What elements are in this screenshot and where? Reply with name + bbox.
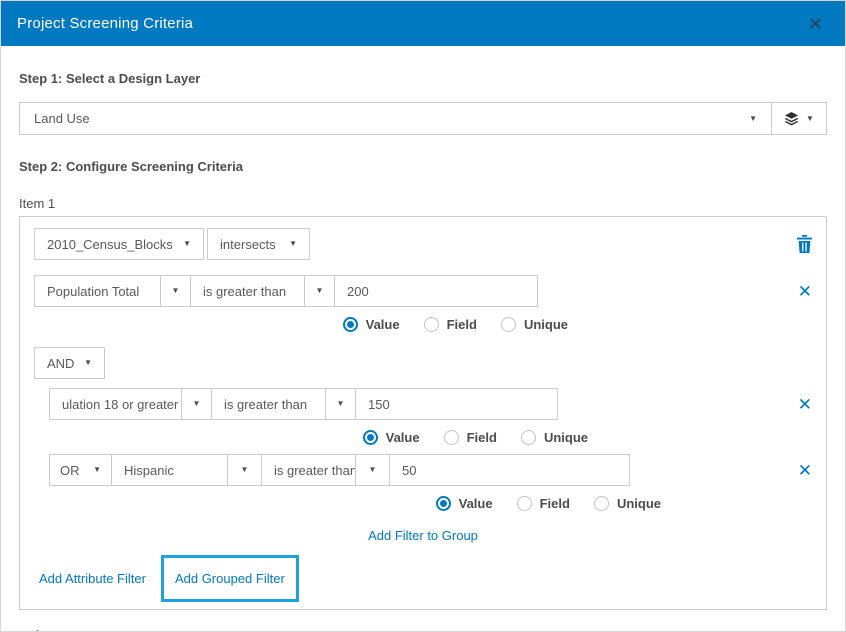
trash-icon xyxy=(797,235,812,253)
chevron-down-icon: ▼ xyxy=(806,115,814,123)
add-item-label: Add Item xyxy=(53,629,105,632)
attribute-filter-row-1: Population Total ▼ is greater than ▼ ✕ xyxy=(34,275,812,307)
item1-label: Item 1 xyxy=(19,196,827,211)
filter3-strip: OR ▼ Hispanic ▼ is greater than ▼ xyxy=(49,454,630,486)
add-item-button[interactable]: + Add Item xyxy=(31,627,827,632)
radio-icon xyxy=(444,430,459,445)
layer-options-button[interactable]: ▼ xyxy=(771,103,826,134)
radio-selected-icon xyxy=(436,496,451,511)
filter2-strip: ulation 18 or greater ▼ is greater than … xyxy=(49,388,558,420)
filter1-field-select[interactable]: Population Total xyxy=(34,275,161,307)
remove-icon: ✕ xyxy=(798,283,812,300)
chevron-down-icon: ▼ xyxy=(93,466,101,474)
group-join-operator-value: AND xyxy=(47,356,84,371)
filter1-strip: Population Total ▼ is greater than ▼ xyxy=(34,275,538,307)
target-layer-select[interactable]: 2010_Census_Blocks ▼ xyxy=(34,228,204,260)
radio-field[interactable]: Field xyxy=(517,496,570,511)
project-screening-criteria-dialog: Project Screening Criteria ✕ Step 1: Sel… xyxy=(0,0,846,632)
radio-icon xyxy=(594,496,609,511)
add-attribute-filter-link[interactable]: Add Attribute Filter xyxy=(39,571,146,586)
add-grouped-filter-link[interactable]: Add Grouped Filter xyxy=(175,571,285,586)
chevron-down-icon[interactable]: ▼ xyxy=(355,454,390,486)
radio-unique[interactable]: Unique xyxy=(521,430,588,445)
chevron-down-icon[interactable]: ▼ xyxy=(181,388,212,420)
filter1-value-input[interactable] xyxy=(334,275,538,307)
chevron-down-icon[interactable]: ▼ xyxy=(227,454,262,486)
radio-icon xyxy=(521,430,536,445)
spatial-operator-select[interactable]: intersects ▼ xyxy=(207,228,310,260)
add-filter-to-group-wrap: Add Filter to Group xyxy=(34,527,812,545)
radio-icon xyxy=(517,496,532,511)
chevron-down-icon: ▼ xyxy=(289,240,297,248)
filter3-join-select[interactable]: OR ▼ xyxy=(49,454,112,486)
filter1-value-type-radios: Value Field Unique xyxy=(34,314,568,334)
add-filter-to-group-link[interactable]: Add Filter to Group xyxy=(368,528,478,543)
group-join-operator-select[interactable]: AND ▼ xyxy=(34,347,105,379)
filter3-operator-select[interactable]: is greater than xyxy=(261,454,356,486)
radio-unique[interactable]: Unique xyxy=(594,496,661,511)
radio-value[interactable]: Value xyxy=(343,317,400,332)
step2-label: Step 2: Configure Screening Criteria xyxy=(19,159,827,174)
plus-icon: + xyxy=(31,627,44,632)
chevron-down-icon[interactable]: ▼ xyxy=(304,275,335,307)
filter3-value-input[interactable] xyxy=(389,454,630,486)
filter2-value-type-radios: Value Field Unique xyxy=(49,427,588,447)
attribute-filter-row-3: OR ▼ Hispanic ▼ is greater than ▼ ✕ xyxy=(49,454,812,486)
radio-field[interactable]: Field xyxy=(424,317,477,332)
radio-icon xyxy=(501,317,516,332)
dialog-header: Project Screening Criteria ✕ xyxy=(1,1,845,46)
item1-panel: 2010_Census_Blocks ▼ intersects ▼ xyxy=(19,216,827,610)
close-icon[interactable]: ✕ xyxy=(802,13,829,35)
chevron-down-icon[interactable]: ▼ xyxy=(325,388,356,420)
radio-value[interactable]: Value xyxy=(436,496,493,511)
remove-filter3-button[interactable]: ✕ xyxy=(798,462,812,479)
target-layer-value: 2010_Census_Blocks xyxy=(47,237,183,252)
chevron-down-icon[interactable]: ▼ xyxy=(160,275,191,307)
tutorial-highlight-box: Add Grouped Filter xyxy=(161,555,299,602)
radio-icon xyxy=(424,317,439,332)
spatial-filter-row: 2010_Census_Blocks ▼ intersects ▼ xyxy=(34,228,812,260)
filter3-field-select[interactable]: Hispanic xyxy=(111,454,228,486)
delete-item-button[interactable] xyxy=(797,235,812,253)
step1-label: Step 1: Select a Design Layer xyxy=(19,71,827,86)
spatial-operator-value: intersects xyxy=(220,237,289,252)
radio-unique[interactable]: Unique xyxy=(501,317,568,332)
grouped-filters: ulation 18 or greater ▼ is greater than … xyxy=(49,388,812,513)
radio-field[interactable]: Field xyxy=(444,430,497,445)
dialog-title: Project Screening Criteria xyxy=(17,15,802,32)
filter2-operator-select[interactable]: is greater than xyxy=(211,388,326,420)
dialog-body: Step 1: Select a Design Layer Land Use ▼… xyxy=(1,71,845,632)
filter3-join-value: OR xyxy=(60,463,93,478)
filter1-operator-select[interactable]: is greater than xyxy=(190,275,305,307)
design-layer-select[interactable]: Land Use ▼ xyxy=(20,103,771,134)
radio-value[interactable]: Value xyxy=(363,430,420,445)
item-filter-links: Add Attribute Filter Add Grouped Filter xyxy=(39,553,812,603)
radio-selected-icon xyxy=(363,430,378,445)
chevron-down-icon: ▼ xyxy=(183,240,191,248)
chevron-down-icon: ▼ xyxy=(749,115,757,123)
remove-icon: ✕ xyxy=(798,396,812,413)
radio-selected-icon xyxy=(343,317,358,332)
chevron-down-icon: ▼ xyxy=(84,359,92,367)
filter3-value-type-radios: Value Field Unique xyxy=(49,493,661,513)
remove-filter2-button[interactable]: ✕ xyxy=(798,396,812,413)
filter2-field-select[interactable]: ulation 18 or greater xyxy=(49,388,182,420)
attribute-filter-row-2: ulation 18 or greater ▼ is greater than … xyxy=(49,388,812,420)
design-layer-value: Land Use xyxy=(34,111,749,126)
remove-filter1-button[interactable]: ✕ xyxy=(798,283,812,300)
filter2-value-input[interactable] xyxy=(355,388,558,420)
design-layer-bar: Land Use ▼ ▼ xyxy=(19,102,827,135)
layers-icon xyxy=(784,111,799,126)
remove-icon: ✕ xyxy=(798,462,812,479)
